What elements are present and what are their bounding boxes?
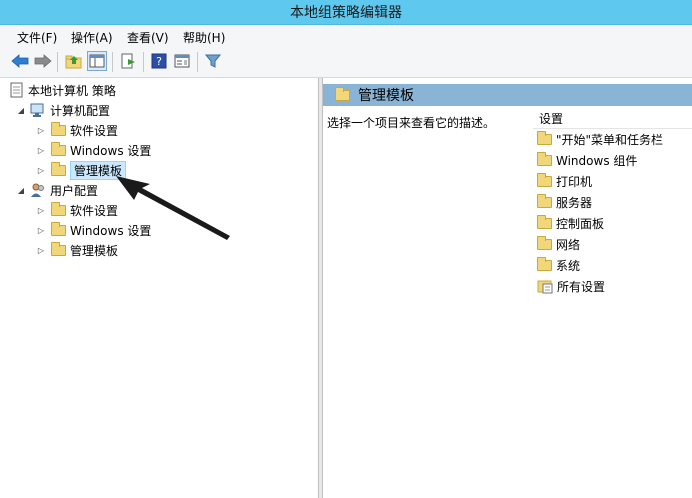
export-list-icon[interactable] [118, 51, 138, 71]
tree-root[interactable]: 本地计算机 策略 [10, 81, 116, 99]
folder-icon [51, 121, 66, 136]
expand-icon[interactable]: ▷ [36, 125, 46, 135]
tree-item[interactable]: ▷ 软件设置 [36, 121, 118, 139]
list-item[interactable]: Windows 组件 [537, 151, 637, 169]
title-bar: 本地组策略编辑器 [0, 0, 692, 25]
list-item-label: 打印机 [556, 174, 593, 189]
expand-icon[interactable]: ▷ [36, 225, 46, 235]
details-header-title: 管理模板 [358, 88, 414, 104]
folder-icon [51, 141, 66, 156]
menu-action[interactable]: 操作(A) [71, 29, 113, 46]
tree-item-label: 管理模板 [70, 243, 119, 258]
tree-item[interactable]: ▷ 管理模板 [36, 241, 118, 259]
tree-computer-config[interactable]: ◢ 计算机配置 [16, 101, 110, 119]
properties-icon[interactable] [172, 51, 192, 71]
tree-item[interactable]: ▷ Windows 设置 [36, 221, 151, 239]
policy-document-icon [10, 82, 23, 98]
column-header-label: 设置 [539, 111, 564, 126]
tree-computer-config-label: 计算机配置 [50, 103, 111, 118]
folder-icon [537, 214, 552, 229]
folder-icon [51, 221, 66, 236]
list-item[interactable]: 打印机 [537, 172, 592, 190]
list-item[interactable]: 系统 [537, 256, 580, 274]
list-item-label: 系统 [556, 258, 581, 273]
users-icon [31, 183, 44, 197]
list-item[interactable]: 所有设置 [537, 277, 605, 295]
tree-root-label: 本地计算机 策略 [28, 83, 116, 98]
folder-icon [537, 151, 552, 166]
details-pane: 管理模板 选择一个项目来查看它的描述。 设置 "开始"菜单和任务栏 Window… [323, 78, 692, 498]
computer-icon [30, 103, 44, 117]
folder-icon [51, 201, 66, 216]
forward-icon[interactable] [33, 51, 53, 71]
tree-user-config-label: 用户配置 [50, 183, 99, 198]
window-title: 本地组策略编辑器 [290, 5, 402, 21]
tree-item[interactable]: ▷ 软件设置 [36, 201, 118, 219]
folder-icon [537, 172, 552, 187]
up-folder-icon[interactable] [64, 51, 84, 71]
tree-pane: 本地计算机 策略 ◢ 计算机配置 ▷ 软件设置 ▷ Windows 设置 ▷ 管… [0, 78, 319, 498]
list-item[interactable]: 服务器 [537, 193, 592, 211]
tree-item-label: 管理模板 [70, 160, 127, 180]
details-description: 选择一个项目来查看它的描述。 [327, 116, 496, 130]
folder-icon [537, 130, 552, 145]
details-header: 管理模板 [323, 84, 692, 106]
svg-text:?: ? [156, 55, 162, 68]
filter-icon[interactable] [203, 51, 223, 71]
tree-item-label: Windows 设置 [70, 223, 152, 238]
expand-icon[interactable]: ▷ [36, 145, 46, 155]
list-item[interactable]: 网络 [537, 235, 580, 253]
back-icon[interactable] [10, 51, 30, 71]
folder-icon [537, 256, 552, 271]
list-item-label: 服务器 [556, 195, 593, 210]
list-item[interactable]: 控制面板 [537, 214, 604, 232]
folder-icon [51, 161, 66, 176]
collapse-icon[interactable]: ◢ [16, 185, 26, 195]
column-header-setting[interactable]: 设置 [533, 108, 692, 129]
help-icon[interactable]: ? [149, 51, 169, 71]
list-item-label: 控制面板 [556, 216, 605, 231]
folder-icon [335, 86, 350, 101]
toolbar: ? [0, 47, 692, 78]
list-item-label: 网络 [556, 237, 581, 252]
list-item[interactable]: "开始"菜单和任务栏 [537, 130, 663, 148]
folder-icon [537, 235, 552, 250]
menu-view[interactable]: 查看(V) [127, 29, 169, 46]
expand-icon[interactable]: ▷ [36, 165, 46, 175]
list-item-label: 所有设置 [557, 279, 606, 294]
expand-icon[interactable]: ▷ [36, 245, 46, 255]
expand-icon[interactable]: ▷ [36, 205, 46, 215]
collapse-icon[interactable]: ◢ [16, 105, 26, 115]
list-item-label: "开始"菜单和任务栏 [556, 132, 664, 147]
menu-help[interactable]: 帮助(H) [183, 29, 225, 46]
tree-user-config[interactable]: ◢ 用户配置 [16, 181, 98, 199]
menu-bar: 文件(F) 操作(A) 查看(V) 帮助(H) [0, 25, 692, 47]
folder-icon [537, 193, 552, 208]
all-settings-icon [537, 280, 553, 294]
folder-icon [51, 241, 66, 256]
menu-file[interactable]: 文件(F) [17, 29, 57, 46]
tree-item-label: 软件设置 [70, 203, 119, 218]
tree-item[interactable]: ▷ Windows 设置 [36, 141, 151, 159]
show-hide-tree-icon[interactable] [87, 51, 107, 71]
tree-item-label: 软件设置 [70, 123, 119, 138]
tree-item-selected[interactable]: ▷ 管理模板 [36, 160, 127, 180]
tree-item-label: Windows 设置 [70, 143, 152, 158]
list-item-label: Windows 组件 [556, 153, 638, 168]
